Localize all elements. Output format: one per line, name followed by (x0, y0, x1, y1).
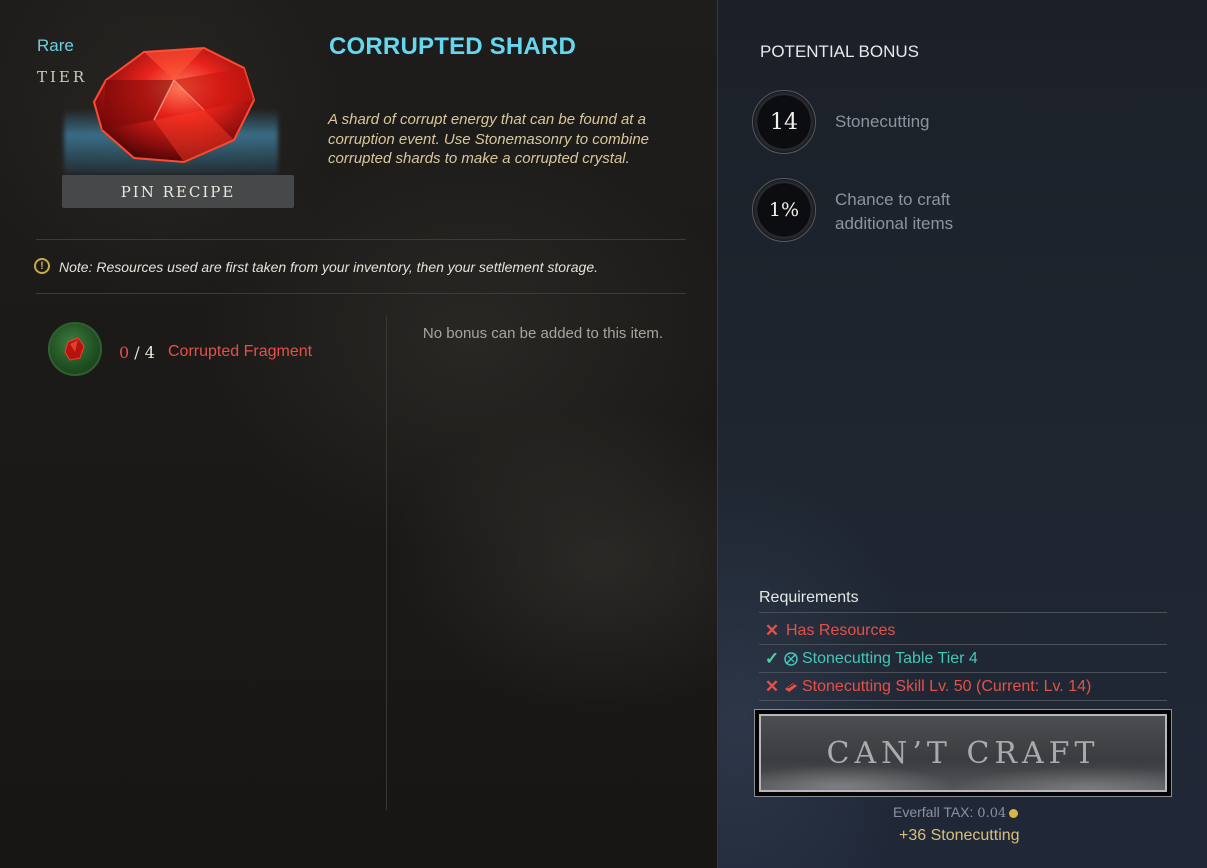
station-icon (783, 651, 799, 667)
check-icon: ✓ (764, 649, 780, 668)
item-rarity: Rare (37, 36, 74, 55)
divider (759, 700, 1167, 701)
red-crystal-shard-icon (92, 46, 256, 164)
pin-recipe-button[interactable]: PIN RECIPE (62, 175, 294, 208)
requirement-row: ✕ Has Resources (764, 621, 896, 641)
requirement-row: ✕ Stonecutting Skill Lv. 50 (Current: Lv… (764, 677, 1091, 697)
coin-icon (1009, 808, 1019, 818)
crafting-side-panel: POTENTIAL BONUS 14 Stonecutting 1% Chanc… (717, 0, 1207, 868)
divider (759, 612, 1167, 613)
item-tier-label: TIER (37, 68, 88, 86)
no-bonus-message: No bonus can be added to this item. (422, 325, 664, 342)
item-title: CORRUPTED SHARD (329, 33, 577, 60)
resource-note: Note: Resources used are first taken fro… (59, 259, 598, 275)
column-divider (386, 316, 387, 810)
skill-icon (783, 679, 799, 695)
craft-button[interactable]: CAN’T CRAFT (759, 714, 1167, 792)
resource-name[interactable]: Corrupted Fragment (168, 343, 312, 361)
bonus-label: Chance to craft additional items (835, 190, 954, 233)
craft-button-frame: CAN’T CRAFT (754, 709, 1172, 797)
xp-gain: +36 Stonecutting (899, 827, 1020, 844)
tax-info: Everfall TAX: 0.04 (893, 804, 1019, 821)
corrupted-fragment-icon[interactable] (48, 322, 102, 376)
requirement-label: Stonecutting Skill Lv. 50 (Current: Lv. … (802, 678, 1092, 695)
requirement-label: Has Resources (786, 622, 896, 639)
divider (759, 672, 1167, 673)
resource-count: 0 / 4 (119, 343, 155, 362)
bonus-ring-badge: 14 (752, 90, 816, 154)
divider (36, 293, 686, 294)
divider (759, 644, 1167, 645)
divider (36, 239, 686, 240)
cross-icon: ✕ (764, 677, 780, 696)
warning-icon: ! (34, 258, 50, 274)
requirement-row: ✓ Stonecutting Table Tier 4 (764, 649, 978, 669)
bonus-ring-badge: 1% (752, 178, 816, 242)
cross-icon: ✕ (764, 621, 780, 640)
recipe-detail-panel: Rare TIER PIN RECIPE CORRUPTED SHARD A s… (0, 0, 717, 868)
requirements-title: Requirements (759, 589, 859, 606)
requirement-label: Stonecutting Table Tier 4 (802, 650, 978, 667)
item-description: A shard of corrupt energy that can be fo… (328, 111, 649, 167)
bonus-label: Stonecutting (835, 112, 930, 131)
potential-bonus-title: POTENTIAL BONUS (760, 42, 920, 61)
